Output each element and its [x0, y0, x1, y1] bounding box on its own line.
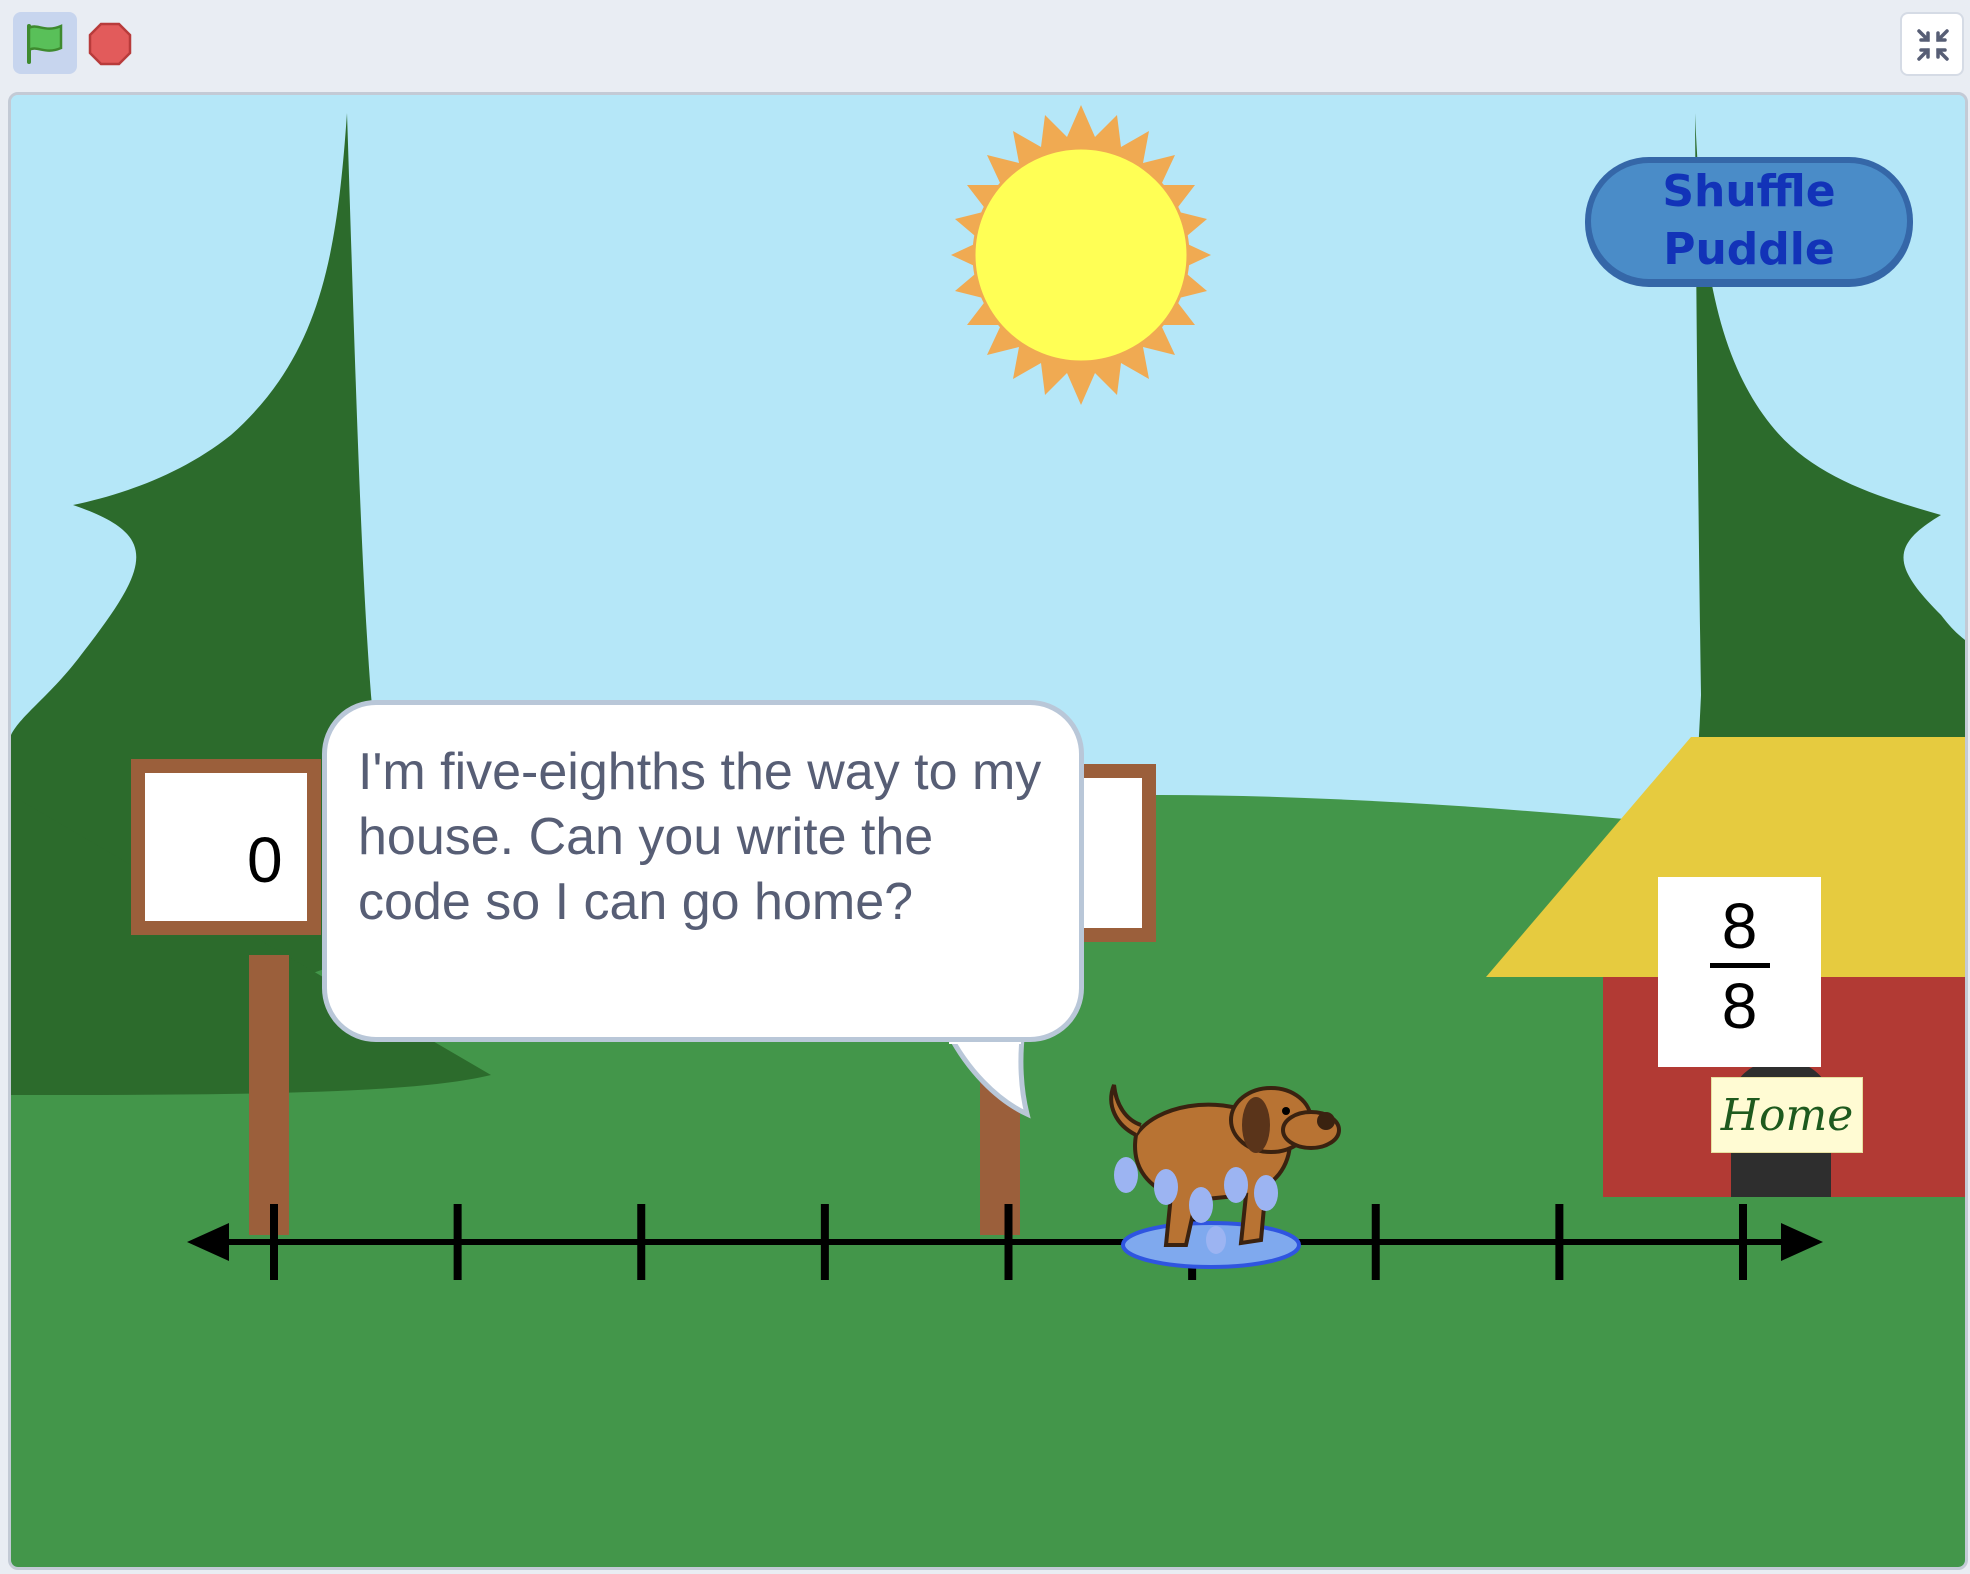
stage-toolbar — [0, 0, 1970, 88]
exit-fullscreen-button[interactable] — [1900, 12, 1964, 76]
fraction-denominator: 8 — [1721, 970, 1758, 1042]
fraction-numerator: 8 — [1721, 890, 1758, 962]
home-label: Home — [1711, 1077, 1863, 1153]
home-fraction-card: 8 8 — [1658, 877, 1821, 1067]
start-sign-value: 0 — [247, 824, 283, 896]
shuffle-puddle-label: Shuffle Puddle — [1662, 166, 1836, 275]
green-flag-button[interactable] — [13, 12, 77, 74]
speech-bubble-text: I'm five-eighths the way to my house. Ca… — [358, 743, 1042, 931]
start-sign — [131, 759, 321, 935]
green-flag-icon — [27, 24, 63, 64]
exit-fullscreen-icon — [1917, 29, 1949, 61]
stop-sign-icon — [88, 22, 132, 66]
fraction-bar — [1710, 963, 1770, 968]
stop-button[interactable] — [88, 22, 132, 66]
shuffle-puddle-button[interactable]: Shuffle Puddle — [1581, 151, 1917, 291]
speech-bubble-tail — [947, 1030, 1031, 1119]
stage[interactable]: 0 Shuffle Puddle I'm five-eighths the wa… — [8, 92, 1968, 1570]
